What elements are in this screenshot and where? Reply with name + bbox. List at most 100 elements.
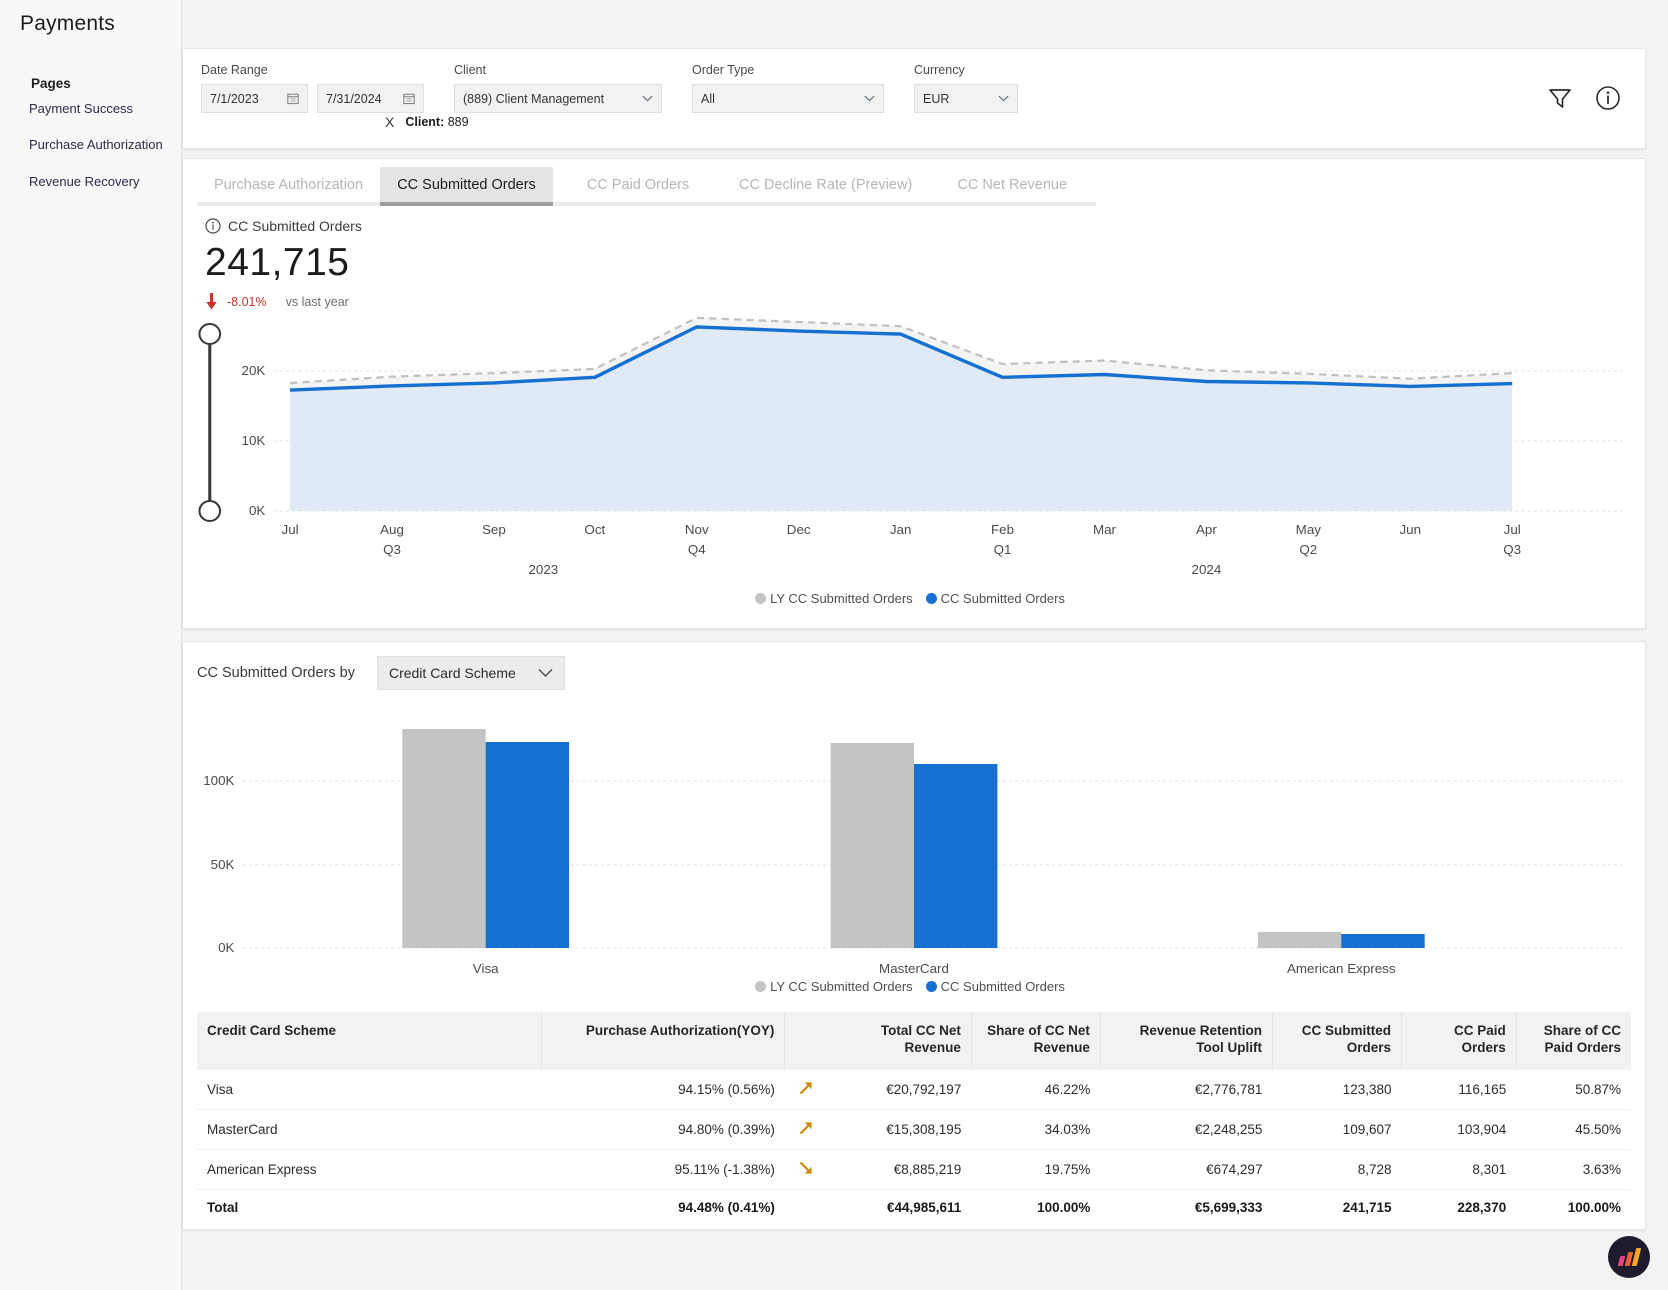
col-share-of-cc-paid-orders[interactable]: Share of CC Paid Orders xyxy=(1516,1012,1631,1070)
y-tick-label: 10K xyxy=(242,433,266,448)
tab-cc-paid-orders[interactable]: CC Paid Orders xyxy=(553,167,723,206)
col-total-cc-net-revenue[interactable]: Total CC Net Revenue xyxy=(827,1012,972,1070)
cell-submitted-orders: 109,607 xyxy=(1272,1109,1402,1150)
calendar-icon xyxy=(403,93,415,105)
tab-label: CC Paid Orders xyxy=(586,177,690,193)
col-credit-card-scheme[interactable]: Credit Card Scheme xyxy=(197,1012,542,1070)
legend-swatch-current xyxy=(925,981,937,992)
filter-chip-key: Client: xyxy=(405,115,445,129)
currency-filter-group: Currency EUR xyxy=(914,63,1018,113)
bar-current-visa[interactable] xyxy=(485,742,570,948)
info-icon[interactable] xyxy=(205,218,221,234)
filter-icon[interactable] xyxy=(1547,85,1573,111)
y-tick-label: 100K xyxy=(203,773,234,788)
col-cc-paid-orders[interactable]: CC Paid Orders xyxy=(1401,1012,1517,1070)
arrow-up-right-icon xyxy=(800,1122,813,1135)
cell-purchase-auth: 95.11% (-1.38%) xyxy=(541,1149,785,1190)
arrow-up-right-icon xyxy=(800,1082,813,1095)
x-tick-label: Nov xyxy=(685,522,709,537)
client-value: (889) Client Management xyxy=(463,91,605,106)
bar-current-mastercard[interactable] xyxy=(914,764,998,948)
breakdown-header: CC Submitted Orders by Credit Card Schem… xyxy=(183,656,1645,690)
cell-retention-uplift: €2,776,781 xyxy=(1100,1070,1273,1110)
legend-item-current[interactable]: CC Submitted Orders xyxy=(925,591,1065,606)
breakdown-table: Credit Card Scheme Purchase Authorizatio… xyxy=(197,1012,1631,1225)
col-share-of-cc-net-revenue[interactable]: Share of CC Net Revenue xyxy=(971,1012,1101,1070)
bar-last-year-amex[interactable] xyxy=(1257,932,1342,948)
bar-chart: 0K 50K 100K Visa MasterCard American Exp… xyxy=(183,698,1645,998)
axis-range-slider-bottom-handle[interactable] xyxy=(198,500,222,522)
cell-trend xyxy=(784,1109,828,1150)
legend-item-current[interactable]: CC Submitted Orders xyxy=(925,979,1065,994)
cell-share-net-revenue: 19.75% xyxy=(971,1149,1101,1190)
sidebar-item-payment-success[interactable]: Payment Success xyxy=(0,91,181,127)
col-trend xyxy=(784,1012,828,1070)
x-quarter-label: Q3 xyxy=(383,542,401,557)
legend-label: CC Submitted Orders xyxy=(940,591,1065,606)
tab-cc-decline-rate[interactable]: CC Decline Rate (Preview) xyxy=(723,167,929,206)
kpi-block: CC Submitted Orders 241,715 -8.01% vs la… xyxy=(183,206,1645,310)
filter-bar: Date Range 7/1/2023 7/31/2024 Client (88… xyxy=(182,48,1646,149)
date-end-input[interactable]: 7/31/2024 xyxy=(317,84,424,113)
date-start-input[interactable]: 7/1/2023 xyxy=(201,84,308,113)
cell-retention-uplift: €5,699,333 xyxy=(1100,1189,1273,1225)
info-icon[interactable] xyxy=(1595,85,1621,111)
cell-net-revenue: €15,308,195 xyxy=(827,1109,972,1150)
legend-item-last-year[interactable]: LY CC Submitted Orders xyxy=(755,979,913,994)
area-chart-svg: 0K 10K 20K Jul Aug Sep Oct Nov Dec Jan F… xyxy=(198,316,1625,577)
col-revenue-retention-tool-uplift[interactable]: Revenue Retention Tool Uplift xyxy=(1100,1012,1273,1070)
tab-label: CC Net Revenue xyxy=(957,177,1068,193)
area-chart-legend: LY CC Submitted Orders CC Submitted Orde… xyxy=(183,591,1645,606)
table-row[interactable]: Visa 94.15% (0.56%) €20,792,197 46.22% €… xyxy=(197,1070,1631,1110)
date-range-group: Date Range 7/1/2023 7/31/2024 xyxy=(201,63,424,113)
breakdown-label: CC Submitted Orders by xyxy=(197,665,355,681)
order-type-label: Order Type xyxy=(692,63,755,77)
cell-paid-orders: 8,301 xyxy=(1401,1149,1517,1190)
cell-retention-uplift: €2,248,255 xyxy=(1100,1109,1273,1150)
tab-label: CC Decline Rate (Preview) xyxy=(739,177,913,193)
logo-glyph xyxy=(1617,1248,1641,1266)
x-year-label: 2023 xyxy=(528,562,558,577)
chevron-down-icon xyxy=(642,95,653,102)
x-category-label: American Express xyxy=(1287,961,1396,976)
legend-item-last-year[interactable]: LY CC Submitted Orders xyxy=(755,591,913,606)
order-type-select[interactable]: All xyxy=(692,84,884,113)
client-select[interactable]: (889) Client Management xyxy=(454,84,662,113)
y-tick-label: 50K xyxy=(211,857,235,872)
axis-range-slider-top-handle[interactable] xyxy=(198,323,222,345)
bar-last-year-mastercard[interactable] xyxy=(830,743,914,948)
tab-cc-submitted-orders[interactable]: CC Submitted Orders xyxy=(380,167,553,206)
x-tick-label: May xyxy=(1296,522,1322,537)
x-quarter-label: Q4 xyxy=(688,542,706,557)
currency-select[interactable]: EUR xyxy=(914,84,1018,113)
bar-last-year-visa[interactable] xyxy=(402,729,486,948)
table-row[interactable]: MasterCard 94.80% (0.39%) €15,308,195 34… xyxy=(197,1109,1631,1150)
date-start-value: 7/1/2023 xyxy=(210,91,259,106)
dimension-select[interactable]: Credit Card Scheme xyxy=(376,656,565,690)
cell-share-paid-orders: 100.00% xyxy=(1516,1189,1631,1225)
sidebar-item-purchase-authorization[interactable]: Purchase Authorization xyxy=(0,127,181,163)
legend-label: LY CC Submitted Orders xyxy=(770,591,913,606)
chevron-down-icon xyxy=(538,669,553,677)
date-range-label: Date Range xyxy=(201,63,268,77)
app-root: Payments Pages Payment Success Purchase … xyxy=(0,0,1668,1290)
bar-current-amex[interactable] xyxy=(1341,934,1425,948)
sidebar-item-label: Payment Success xyxy=(29,101,134,116)
table-header-row: Credit Card Scheme Purchase Authorizatio… xyxy=(197,1012,1631,1070)
cell-scheme: Total xyxy=(197,1189,542,1225)
order-type-value: All xyxy=(701,91,715,106)
order-type-filter-group: Order Type All xyxy=(692,63,884,113)
col-purchase-authorization[interactable]: Purchase Authorization(YOY) xyxy=(541,1012,786,1070)
filter-bar-actions xyxy=(1547,63,1627,111)
breakdown-card: CC Submitted Orders by Credit Card Schem… xyxy=(182,641,1646,1230)
col-cc-submitted-orders[interactable]: CC Submitted Orders xyxy=(1272,1012,1403,1070)
table-row[interactable]: American Express 95.11% (-1.38%) €8,885,… xyxy=(197,1149,1631,1190)
tab-purchase-authorization[interactable]: Purchase Authorization xyxy=(197,167,380,206)
kpi-comparison-label: vs last year xyxy=(285,294,349,309)
tab-cc-net-revenue[interactable]: CC Net Revenue xyxy=(928,167,1097,206)
breakdown-table-wrap: Credit Card Scheme Purchase Authorizatio… xyxy=(183,1012,1645,1225)
client-label: Client xyxy=(454,63,486,77)
x-tick-label: Jun xyxy=(1399,522,1421,537)
remove-filter-icon[interactable]: X xyxy=(383,115,396,129)
sidebar-item-revenue-recovery[interactable]: Revenue Recovery xyxy=(0,164,181,200)
